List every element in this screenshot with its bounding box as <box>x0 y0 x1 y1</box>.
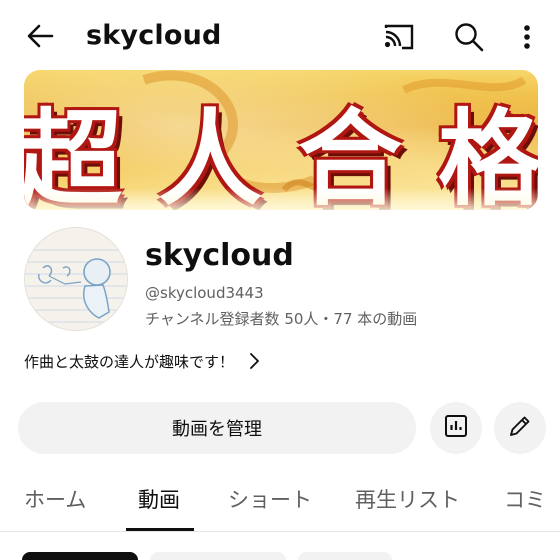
banner-fade <box>24 188 538 210</box>
page-title: skycloud <box>86 20 222 51</box>
more-vert-icon[interactable] <box>512 18 542 56</box>
filter-chip[interactable] <box>298 552 392 560</box>
channel-banner: 超人合格 <box>24 70 538 210</box>
channel-handle: @skycloud3443 <box>145 284 264 302</box>
channel-tabs: ホーム 動画 ショート 再生リスト コミ <box>0 468 560 532</box>
tab-community[interactable]: コミ <box>504 484 546 514</box>
tab-home[interactable]: ホーム <box>24 484 86 514</box>
analytics-icon <box>443 413 469 443</box>
channel-name: skycloud <box>145 238 294 273</box>
analytics-button[interactable] <box>430 402 482 454</box>
tab-playlists[interactable]: 再生リスト <box>355 484 460 514</box>
channel-stats: チャンネル登録者数 50人・77 本の動画 <box>145 310 418 328</box>
tab-videos[interactable]: 動画 <box>138 484 180 514</box>
tab-shorts[interactable]: ショート <box>228 484 312 514</box>
manage-videos-button[interactable]: 動画を管理 <box>18 402 416 454</box>
edit-pencil-icon <box>507 413 533 443</box>
back-arrow-icon[interactable] <box>22 18 58 54</box>
top-app-bar: skycloud <box>0 0 560 72</box>
channel-description-row[interactable]: 作曲と太鼓の達人が趣味です！ <box>24 349 262 373</box>
cast-icon[interactable] <box>380 18 418 56</box>
search-icon[interactable] <box>450 18 488 56</box>
tabs-divider <box>0 531 560 532</box>
channel-description: 作曲と太鼓の達人が趣味です！ <box>24 352 235 371</box>
chevron-right-icon <box>248 351 262 371</box>
filter-chip[interactable] <box>150 552 286 560</box>
edit-channel-button[interactable] <box>494 402 546 454</box>
channel-avatar[interactable] <box>24 227 128 331</box>
filter-chip[interactable] <box>22 552 138 560</box>
